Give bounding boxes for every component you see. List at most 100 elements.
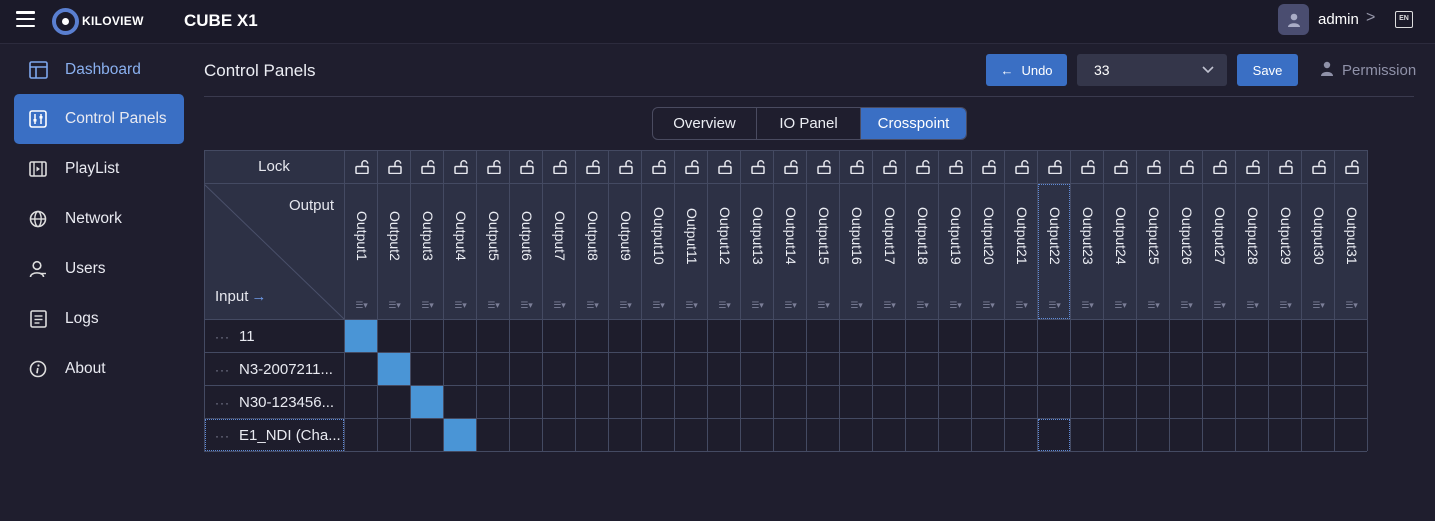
column-menu-icon[interactable]: ☰▾: [939, 300, 972, 314]
crosspoint-cell[interactable]: [510, 386, 542, 418]
crosspoint-cell[interactable]: [345, 419, 377, 451]
unlock-icon[interactable]: [807, 150, 840, 183]
crosspoint-cell[interactable]: [609, 386, 641, 418]
sidebar-item-users[interactable]: Users: [14, 244, 184, 294]
output-column-label[interactable]: Output16: [840, 186, 873, 286]
more-dots-icon[interactable]: ···: [215, 363, 230, 377]
crosspoint-cell[interactable]: [543, 419, 575, 451]
avatar[interactable]: [1278, 4, 1309, 35]
crosspoint-cell[interactable]: [1335, 419, 1367, 451]
active-crosspoint[interactable]: [411, 386, 443, 418]
crosspoint-cell[interactable]: [774, 320, 806, 352]
unlock-icon[interactable]: [939, 150, 972, 183]
crosspoint-cell[interactable]: [1071, 419, 1103, 451]
crosspoint-cell[interactable]: [774, 386, 806, 418]
crosspoint-cell[interactable]: [807, 320, 839, 352]
unlock-icon[interactable]: [576, 150, 609, 183]
output-column-label[interactable]: Output30: [1302, 186, 1335, 286]
unlock-icon[interactable]: [1335, 150, 1368, 183]
crosspoint-cell[interactable]: [972, 386, 1004, 418]
output-column-label[interactable]: Output31: [1335, 186, 1368, 286]
crosspoint-cell[interactable]: [1104, 320, 1136, 352]
input-row-label[interactable]: ··· N3-2007211...: [204, 353, 344, 386]
crosspoint-cell[interactable]: [477, 419, 509, 451]
crosspoint-cell[interactable]: [840, 386, 872, 418]
column-menu-icon[interactable]: ☰▾: [510, 300, 543, 314]
column-menu-icon[interactable]: ☰▾: [675, 300, 708, 314]
menu-icon[interactable]: [16, 11, 35, 27]
sidebar-item-about[interactable]: About: [14, 344, 184, 394]
unlock-icon[interactable]: [1005, 150, 1038, 183]
crosspoint-cell[interactable]: [1236, 386, 1268, 418]
crosspoint-cell[interactable]: [1335, 320, 1367, 352]
language-icon[interactable]: EN: [1395, 11, 1413, 28]
crosspoint-cell[interactable]: [510, 353, 542, 385]
output-column-label[interactable]: Output11: [675, 186, 708, 286]
column-menu-icon[interactable]: ☰▾: [609, 300, 642, 314]
unlock-icon[interactable]: [1038, 150, 1071, 183]
tab-crosspoint[interactable]: Crosspoint: [861, 108, 966, 139]
crosspoint-cell[interactable]: [609, 419, 641, 451]
crosspoint-cell[interactable]: [378, 320, 410, 352]
tab-overview[interactable]: Overview: [653, 108, 757, 139]
unlock-icon[interactable]: [741, 150, 774, 183]
crosspoint-cell[interactable]: [477, 353, 509, 385]
crosspoint-cell[interactable]: [1137, 353, 1169, 385]
output-column-label[interactable]: Output26: [1170, 186, 1203, 286]
chevron-right-icon[interactable]: >: [1366, 9, 1375, 27]
output-column-label[interactable]: Output27: [1203, 186, 1236, 286]
column-menu-icon[interactable]: ☰▾: [807, 300, 840, 314]
crosspoint-cell[interactable]: [642, 320, 674, 352]
crosspoint-cell[interactable]: [1137, 419, 1169, 451]
column-menu-icon[interactable]: ☰▾: [873, 300, 906, 314]
unlock-icon[interactable]: [1236, 150, 1269, 183]
output-column-label[interactable]: Output23: [1071, 186, 1104, 286]
crosspoint-cell[interactable]: [1236, 353, 1268, 385]
column-menu-icon[interactable]: ☰▾: [543, 300, 576, 314]
crosspoint-cell[interactable]: [741, 419, 773, 451]
tab-io-panel[interactable]: IO Panel: [757, 108, 861, 139]
output-column-label[interactable]: Output10: [642, 186, 675, 286]
crosspoint-cell[interactable]: [807, 353, 839, 385]
crosspoint-cell[interactable]: [576, 386, 608, 418]
permission-button[interactable]: Permission: [1320, 61, 1416, 80]
crosspoint-cell[interactable]: [576, 320, 608, 352]
unlock-icon[interactable]: [477, 150, 510, 183]
column-menu-icon[interactable]: ☰▾: [411, 300, 444, 314]
column-menu-icon[interactable]: ☰▾: [1335, 300, 1368, 314]
crosspoint-cell[interactable]: [873, 320, 905, 352]
crosspoint-cell[interactable]: [1005, 386, 1037, 418]
crosspoint-cell[interactable]: [708, 353, 740, 385]
column-menu-icon[interactable]: ☰▾: [1236, 300, 1269, 314]
unlock-icon[interactable]: [378, 150, 411, 183]
crosspoint-cell[interactable]: [1005, 320, 1037, 352]
output-column-label[interactable]: Output8: [576, 186, 609, 286]
crosspoint-cell[interactable]: [807, 419, 839, 451]
crosspoint-cell[interactable]: [1104, 353, 1136, 385]
column-menu-icon[interactable]: ☰▾: [1269, 300, 1302, 314]
crosspoint-cell[interactable]: [1038, 386, 1070, 418]
crosspoint-cell[interactable]: [477, 386, 509, 418]
crosspoint-cell[interactable]: [642, 353, 674, 385]
column-menu-icon[interactable]: ☰▾: [1170, 300, 1203, 314]
crosspoint-cell[interactable]: [378, 386, 410, 418]
crosspoint-cell[interactable]: [774, 353, 806, 385]
output-column-label[interactable]: Output1: [345, 186, 378, 286]
crosspoint-cell[interactable]: [411, 353, 443, 385]
unlock-icon[interactable]: [510, 150, 543, 183]
unlock-icon[interactable]: [1302, 150, 1335, 183]
column-menu-icon[interactable]: ☰▾: [1302, 300, 1335, 314]
crosspoint-cell[interactable]: [444, 386, 476, 418]
output-column-label[interactable]: Output24: [1104, 186, 1137, 286]
column-menu-icon[interactable]: ☰▾: [378, 300, 411, 314]
crosspoint-cell[interactable]: [675, 320, 707, 352]
crosspoint-cell[interactable]: [741, 353, 773, 385]
output-column-label[interactable]: Output3: [411, 186, 444, 286]
column-menu-icon[interactable]: ☰▾: [741, 300, 774, 314]
output-column-label[interactable]: Output28: [1236, 186, 1269, 286]
unlock-icon[interactable]: [675, 150, 708, 183]
crosspoint-cell[interactable]: [444, 353, 476, 385]
input-row-label[interactable]: ··· N30-123456...: [204, 386, 344, 419]
unlock-icon[interactable]: [708, 150, 741, 183]
crosspoint-cell[interactable]: [411, 419, 443, 451]
